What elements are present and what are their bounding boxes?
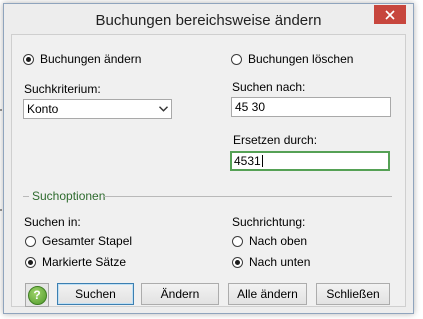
replace-with-label: Ersetzen durch: [233,133,318,147]
radio-button[interactable] [231,53,242,65]
radio-upward-label: Nach oben [249,234,308,248]
criteria-dropdown[interactable]: Konto [23,99,172,119]
radio-change-bookings[interactable]: Buchungen ändern [23,52,141,66]
help-button[interactable]: ? [25,283,49,307]
close-dialog-button[interactable]: Schließen [316,283,390,305]
radio-change-label: Buchungen ändern [40,52,142,66]
radio-selected-dot [28,259,33,265]
criteria-label: Suchkriterium: [24,82,101,96]
change-button[interactable]: Ändern [141,283,219,305]
text-caret [261,155,263,167]
radio-button[interactable] [23,53,34,65]
radio-entire-batch-label: Gesamter Stapel [42,234,133,248]
radio-delete-bookings[interactable]: Buchungen löschen [231,52,353,66]
close-icon [385,9,395,20]
title-bar: Buchungen bereichsweise ändern [4,4,413,34]
change-all-button[interactable]: Alle ändern [228,283,307,305]
search-options-title: Suchoptionen [32,189,106,203]
radio-selected-dot [26,56,31,62]
radio-downward-label: Nach unten [249,255,311,269]
search-for-label: Suchen nach: [232,80,306,94]
radio-downward[interactable]: Nach unten [232,255,310,269]
criteria-value: Konto [27,102,59,116]
replace-with-input[interactable]: 4531 [230,151,390,171]
radio-button[interactable] [232,256,243,268]
close-button[interactable] [374,5,406,24]
search-in-label: Suchen in: [24,215,81,229]
radio-upward[interactable]: Nach oben [232,234,307,248]
chevron-down-icon[interactable] [155,106,171,112]
search-for-value: 45 30 [235,100,266,114]
search-button[interactable]: Suchen [57,283,134,305]
group-divider [104,196,392,197]
radio-button[interactable] [232,235,243,247]
replace-with-value: 4531 [234,154,261,168]
help-icon: ? [27,285,47,305]
dialog-body: Buchungen ändern Buchungen löschen Suchk… [11,34,406,307]
direction-label: Suchrichtung: [232,215,306,229]
radio-button[interactable] [25,256,36,268]
radio-marked-records[interactable]: Markierte Sätze [25,255,126,269]
radio-marked-records-label: Markierte Sätze [42,255,127,269]
search-for-input[interactable]: 45 30 [231,97,391,117]
group-divider-left [23,196,29,197]
dialog-title: Buchungen bereichsweise ändern [95,12,322,29]
background-edge-mark [0,109,2,111]
radio-delete-label: Buchungen löschen [248,52,354,66]
radio-selected-dot [235,259,240,265]
dialog-window: Buchungen bereichsweise ändern Buchungen… [3,3,414,314]
radio-button[interactable] [25,235,36,247]
radio-entire-batch[interactable]: Gesamter Stapel [25,234,132,248]
background-edge-mark [0,209,2,211]
